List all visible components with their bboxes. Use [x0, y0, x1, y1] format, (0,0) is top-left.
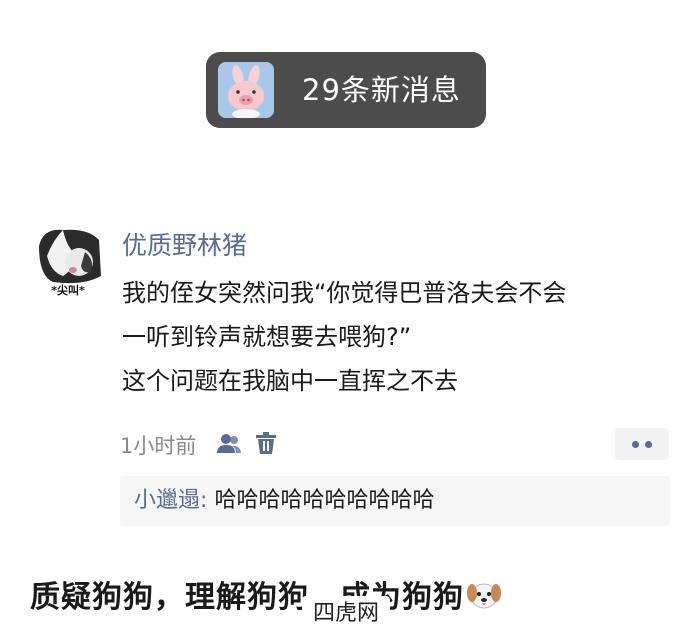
dog-face-icon	[466, 579, 502, 611]
post-meta: 1小时前	[120, 428, 277, 462]
avatar-caption: *尖叫*	[51, 284, 85, 297]
new-messages-banner[interactable]: 29条新消息	[206, 52, 486, 128]
post-timestamp: 1小时前	[120, 434, 197, 458]
comment-separator: :	[200, 488, 208, 513]
comment-item[interactable]: 小邋遢: 哈哈哈哈哈哈哈哈哈哈	[120, 476, 670, 526]
post-line: 我的侄女突然问我“你觉得巴普洛夫会不会	[122, 279, 567, 307]
watermark: 四虎网	[302, 596, 390, 632]
comment-author[interactable]: 小邋遢	[134, 488, 200, 513]
post-line: 这个问题在我脑中一直挥之不去	[122, 367, 458, 395]
more-dot	[632, 440, 639, 448]
more-options-button[interactable]	[615, 428, 669, 460]
friends-visibility-icon[interactable]	[216, 432, 242, 458]
caption-text: 质疑狗狗，理解狗狗，成为狗狗	[30, 580, 464, 615]
pig-avatar-icon	[218, 62, 274, 118]
new-messages-count: 29条新消息	[302, 73, 461, 107]
post-line: 一听到铃声就想要去喂狗?”	[122, 323, 412, 351]
trash-icon[interactable]	[256, 432, 277, 458]
user-avatar[interactable]: *尖叫*	[33, 226, 103, 298]
caption: 质疑狗狗，理解狗狗，成为狗狗	[30, 572, 502, 616]
comment-text: 哈哈哈哈哈哈哈哈哈哈	[214, 488, 435, 513]
post-username[interactable]: 优质野林猪	[122, 226, 247, 262]
post-content: 我的侄女突然问我“你觉得巴普洛夫会不会 一听到铃声就想要去喂狗?” 这个问题在我…	[122, 271, 682, 403]
more-dot	[645, 440, 652, 448]
